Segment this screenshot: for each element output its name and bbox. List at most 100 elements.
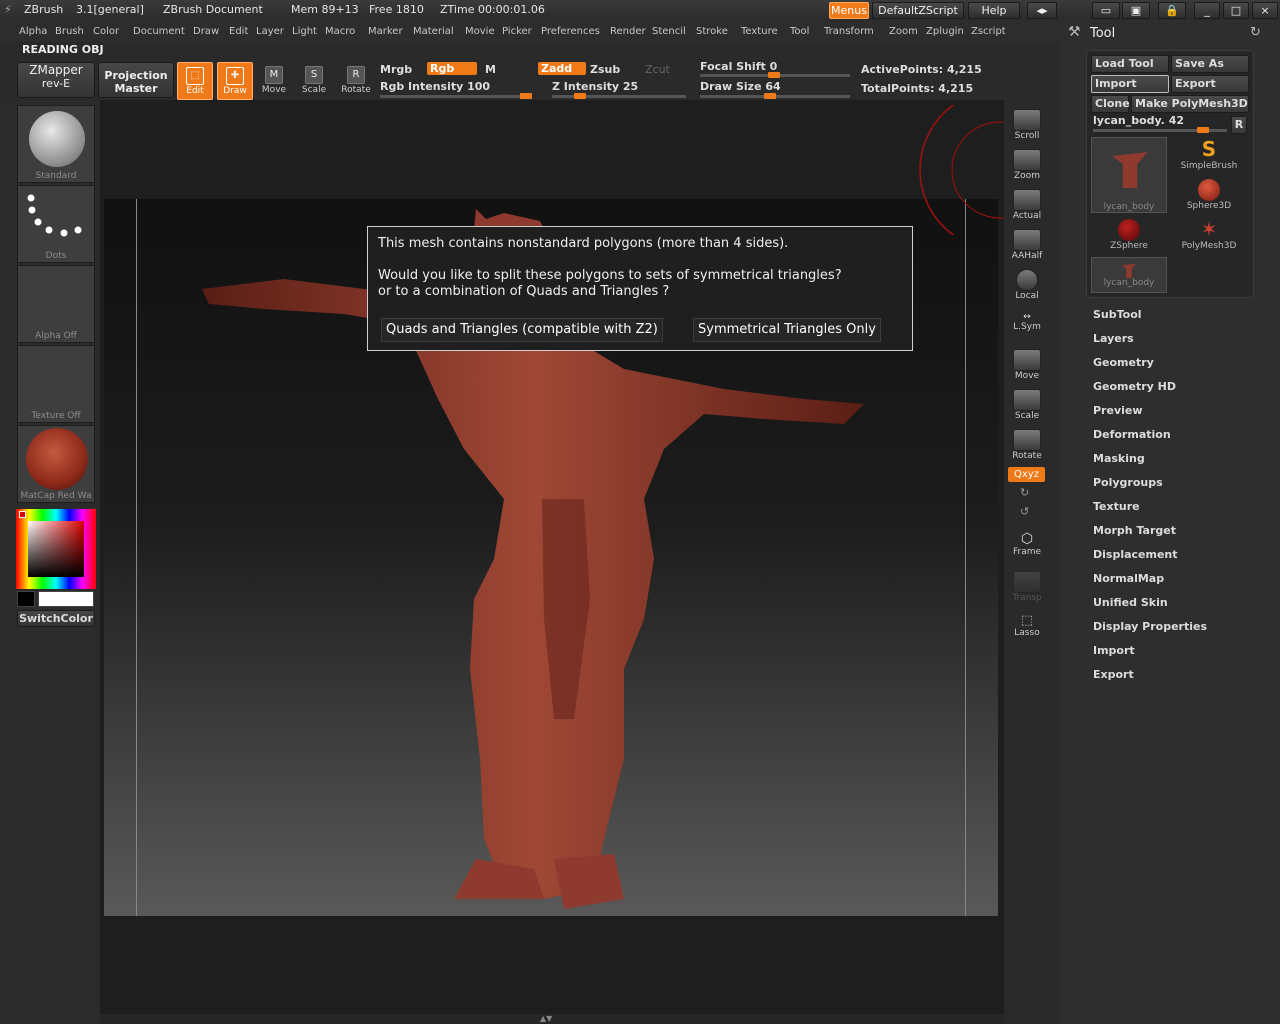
menu-texture[interactable]: Texture bbox=[741, 26, 778, 37]
xyz-rotation-toggle[interactable]: Qxyz bbox=[1008, 467, 1045, 482]
menu-alpha[interactable]: Alpha bbox=[19, 26, 47, 37]
switch-color-button[interactable]: SwitchColor bbox=[17, 610, 95, 627]
tool-menu-displacement[interactable]: Displacement bbox=[1093, 548, 1178, 561]
aahalf-button[interactable]: AAHalf bbox=[1008, 226, 1046, 264]
clone-button[interactable]: Clone bbox=[1091, 95, 1130, 113]
export-button[interactable]: Export bbox=[1171, 75, 1249, 93]
tool-menu-polygroups[interactable]: Polygroups bbox=[1093, 476, 1163, 489]
menus-button[interactable]: Menus bbox=[829, 2, 869, 19]
menu-preferences[interactable]: Preferences bbox=[541, 26, 600, 37]
scale-button[interactable]: S Scale bbox=[296, 62, 332, 100]
tool-menu-subtool[interactable]: SubTool bbox=[1093, 308, 1142, 321]
tool-menu-deformation[interactable]: Deformation bbox=[1093, 428, 1171, 441]
tool-menu-normalmap[interactable]: NormalMap bbox=[1093, 572, 1164, 585]
tool-menu-layers[interactable]: Layers bbox=[1093, 332, 1134, 345]
zmapper-button[interactable]: ZMapper rev-E bbox=[17, 62, 95, 98]
menu-stroke[interactable]: Stroke bbox=[696, 26, 728, 37]
minimize-icon[interactable]: _ bbox=[1194, 2, 1220, 19]
tool-slider[interactable] bbox=[1093, 127, 1227, 133]
frame-button[interactable]: ⬡ Frame bbox=[1008, 526, 1046, 564]
menu-color[interactable]: Color bbox=[93, 26, 119, 37]
menu-layer[interactable]: Layer bbox=[256, 26, 284, 37]
tool-menu-texture[interactable]: Texture bbox=[1093, 500, 1140, 513]
menu-edit[interactable]: Edit bbox=[229, 26, 248, 37]
zsub-toggle[interactable]: Zsub bbox=[590, 63, 620, 76]
menu-transform[interactable]: Transform bbox=[824, 26, 874, 37]
draw-size-slider[interactable] bbox=[700, 93, 850, 99]
zoom-button[interactable]: Zoom bbox=[1008, 146, 1046, 184]
r-button[interactable]: R bbox=[1231, 116, 1247, 134]
menu-document[interactable]: Document bbox=[133, 26, 185, 37]
menu-marker[interactable]: Marker bbox=[368, 26, 403, 37]
menu-picker[interactable]: Picker bbox=[502, 26, 532, 37]
tool-menu-unified-skin[interactable]: Unified Skin bbox=[1093, 596, 1168, 609]
tool-thumb-zsphere[interactable]: ZSphere bbox=[1091, 217, 1167, 257]
make-polymesh-button[interactable]: Make PolyMesh3D bbox=[1131, 95, 1249, 113]
tool-menu-geometry[interactable]: Geometry bbox=[1093, 356, 1154, 369]
zadd-toggle[interactable]: Zadd bbox=[538, 62, 586, 75]
draw-button[interactable]: ✚ Draw bbox=[217, 62, 253, 100]
bottom-tray-handle[interactable]: ▲▼ bbox=[100, 1014, 1004, 1024]
maximize-icon[interactable]: □ bbox=[1223, 2, 1249, 19]
tool-menu-morph-target[interactable]: Morph Target bbox=[1093, 524, 1176, 537]
lsym-button[interactable]: ↔ L.Sym bbox=[1008, 306, 1046, 344]
alpha-thumb[interactable]: Alpha Off bbox=[17, 265, 95, 343]
secondary-color-swatch[interactable] bbox=[17, 591, 35, 607]
mrgb-toggle[interactable]: Mrgb bbox=[380, 63, 412, 76]
window-tile-icon[interactable]: ▭ bbox=[1092, 2, 1120, 19]
close-icon[interactable]: × bbox=[1252, 2, 1278, 19]
rgb-intensity-slider[interactable] bbox=[380, 93, 532, 99]
load-tool-button[interactable]: Load Tool bbox=[1091, 55, 1169, 73]
color-square[interactable] bbox=[28, 521, 84, 577]
tool-menu-masking[interactable]: Masking bbox=[1093, 452, 1145, 465]
tool-thumb-sphere3d[interactable]: Sphere3D bbox=[1171, 177, 1247, 217]
menu-material[interactable]: Material bbox=[413, 26, 454, 37]
quads-and-triangles-button[interactable]: Quads and Triangles (compatible with Z2) bbox=[381, 318, 663, 342]
menu-light[interactable]: Light bbox=[292, 26, 317, 37]
menu-zplugin[interactable]: Zplugin bbox=[926, 26, 964, 37]
menu-brush[interactable]: Brush bbox=[55, 26, 84, 37]
tool-menu-export[interactable]: Export bbox=[1093, 668, 1134, 681]
tool-thumb-polymesh3d[interactable]: ✶ PolyMesh3D bbox=[1171, 217, 1247, 257]
menu-tool[interactable]: Tool bbox=[790, 26, 809, 37]
tool-menu-preview[interactable]: Preview bbox=[1093, 404, 1143, 417]
focal-shift-slider[interactable] bbox=[700, 72, 850, 78]
stroke-dots-thumb[interactable]: Dots bbox=[17, 185, 95, 263]
window-cascade-icon[interactable]: ▣ bbox=[1122, 2, 1150, 19]
edit-button[interactable]: ⬚ Edit bbox=[177, 62, 213, 100]
tool-menu-import[interactable]: Import bbox=[1093, 644, 1135, 657]
menu-movie[interactable]: Movie bbox=[465, 26, 495, 37]
color-picker[interactable] bbox=[16, 509, 96, 589]
reset-icon[interactable]: ↻ bbox=[1250, 25, 1261, 40]
tool-menu-geometry-hd[interactable]: Geometry HD bbox=[1093, 380, 1176, 393]
rgb-toggle[interactable]: Rgb bbox=[427, 62, 477, 75]
brush-standard-thumb[interactable]: Standard bbox=[17, 105, 95, 183]
help-button[interactable]: Help bbox=[968, 2, 1020, 19]
rotate-view-button[interactable]: Rotate bbox=[1008, 426, 1046, 464]
move-button[interactable]: M Move bbox=[256, 62, 292, 100]
tool-thumb-lycan-2[interactable]: lycan_body bbox=[1091, 257, 1167, 293]
transp-button[interactable]: Transp bbox=[1008, 568, 1046, 606]
texture-thumb[interactable]: Texture Off bbox=[17, 345, 95, 423]
import-button[interactable]: Import bbox=[1091, 75, 1169, 93]
rotate-button[interactable]: R Rotate bbox=[338, 62, 374, 100]
actual-button[interactable]: Actual bbox=[1008, 186, 1046, 224]
scale-view-button[interactable]: Scale bbox=[1008, 386, 1046, 424]
symmetrical-triangles-button[interactable]: Symmetrical Triangles Only bbox=[693, 318, 881, 342]
menu-zoom[interactable]: Zoom bbox=[889, 26, 918, 37]
z-intensity-slider[interactable] bbox=[552, 93, 686, 99]
rotate-y-icon[interactable]: ↻ bbox=[1020, 486, 1029, 499]
material-thumb[interactable]: MatCap Red Wa bbox=[17, 425, 95, 503]
scroll-button[interactable]: Scroll bbox=[1008, 106, 1046, 144]
menu-macro[interactable]: Macro bbox=[325, 26, 355, 37]
lasso-button[interactable]: ⬚ Lasso bbox=[1008, 608, 1046, 646]
menu-draw[interactable]: Draw bbox=[193, 26, 219, 37]
menu-zscript[interactable]: Zscript bbox=[971, 26, 1006, 37]
m-toggle[interactable]: M bbox=[485, 63, 496, 76]
save-as-button[interactable]: Save As bbox=[1171, 55, 1249, 73]
move-view-button[interactable]: Move bbox=[1008, 346, 1046, 384]
rotate-z-icon[interactable]: ↺ bbox=[1020, 505, 1029, 518]
main-color-swatch[interactable] bbox=[38, 591, 94, 607]
layout-arrows-icon[interactable]: ◂▸ bbox=[1027, 2, 1057, 19]
menu-render[interactable]: Render bbox=[610, 26, 646, 37]
